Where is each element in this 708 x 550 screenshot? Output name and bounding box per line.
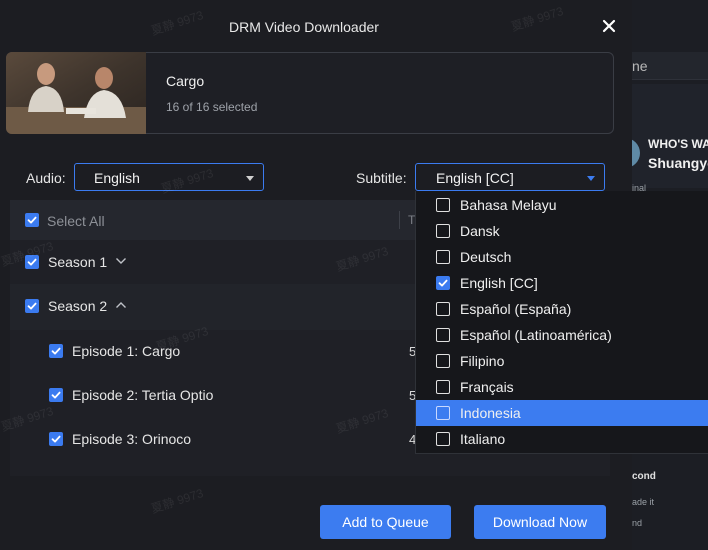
audio-label: Audio: xyxy=(26,170,66,186)
background-text: ade it xyxy=(632,497,655,507)
subtitle-option[interactable]: Indonesia xyxy=(416,400,708,426)
subtitle-option-checkbox[interactable] xyxy=(436,302,450,316)
subtitle-option[interactable]: Bahasa Melayu xyxy=(416,192,708,218)
subtitle-option[interactable]: Deutsch xyxy=(416,244,708,270)
column-divider xyxy=(399,211,400,229)
background-text: cond xyxy=(632,471,656,482)
subtitle-option-label: Español (España) xyxy=(460,301,572,317)
episode-label: Episode 3: Orinoco xyxy=(72,431,192,447)
chevron-up-icon[interactable] xyxy=(115,300,127,310)
background-heading: WHO'S WA xyxy=(648,137,708,151)
subtitle-option-checkbox[interactable] xyxy=(436,406,450,420)
episode-checkbox[interactable] xyxy=(49,344,63,358)
subtitle-option[interactable]: Español (Latinoamérica) xyxy=(416,322,708,348)
chevron-down-icon xyxy=(587,176,595,181)
select-all-checkbox[interactable] xyxy=(25,213,39,227)
episode-label: Episode 2: Tertia Optio xyxy=(72,387,214,403)
background-card xyxy=(632,84,708,188)
audio-select-value: English xyxy=(94,170,140,186)
dialog-title: DRM Video Downloader xyxy=(229,19,379,35)
season-label[interactable]: Season 2 xyxy=(48,298,107,314)
season-checkbox[interactable] xyxy=(25,299,39,313)
subtitle-option-label: Français xyxy=(460,379,514,395)
subtitle-option-checkbox[interactable] xyxy=(436,354,450,368)
episode-checkbox[interactable] xyxy=(49,388,63,402)
subtitle-option-label: Dansk xyxy=(460,223,500,239)
subtitle-label: Subtitle: xyxy=(356,170,407,186)
subtitle-option-label: Italiano xyxy=(460,431,506,447)
season-label[interactable]: Season 1 xyxy=(48,254,107,270)
video-title: Cargo xyxy=(166,73,205,89)
subtitle-dropdown-list: Bahasa Melayu Dansk Deutsch English [CC] Esp… xyxy=(415,191,708,454)
subtitle-option-label: Español (Latinoamérica) xyxy=(460,327,612,343)
subtitle-option-checkbox[interactable] xyxy=(436,224,450,238)
subtitle-select-value: English [CC] xyxy=(436,170,514,186)
download-now-button[interactable]: Download Now xyxy=(474,505,606,539)
episode-label: Episode 1: Cargo xyxy=(72,343,181,359)
subtitle-option-label: Indonesia xyxy=(460,405,521,421)
background-name: Shuangyo xyxy=(648,155,708,171)
subtitle-option-label: Bahasa Melayu xyxy=(460,197,557,213)
season-checkbox[interactable] xyxy=(25,255,39,269)
selected-count: 16 of 16 selected xyxy=(166,100,258,114)
subtitle-option-checkbox[interactable] xyxy=(436,380,450,394)
add-to-queue-button[interactable]: Add to Queue xyxy=(320,505,451,539)
episode-checkbox[interactable] xyxy=(49,432,63,446)
screen: ne WHO'S WA Shuangyo inal cond ade it nd… xyxy=(0,0,708,550)
subtitle-option-checkbox[interactable] xyxy=(436,328,450,342)
subtitle-option[interactable]: Español (España) xyxy=(416,296,708,322)
subtitle-option[interactable]: Français xyxy=(416,374,708,400)
subtitle-option-checkbox[interactable] xyxy=(436,432,450,446)
audio-select[interactable]: English xyxy=(74,163,264,191)
chevron-down-icon[interactable] xyxy=(115,256,127,266)
subtitle-option[interactable]: Dansk xyxy=(416,218,708,244)
subtitle-option[interactable]: Filipino xyxy=(416,348,708,374)
subtitle-option-label: Filipino xyxy=(460,353,505,369)
subtitle-option-checkbox[interactable] xyxy=(436,250,450,264)
background-text: nd xyxy=(632,518,643,528)
subtitle-select[interactable]: English [CC] xyxy=(415,163,605,191)
video-thumbnail xyxy=(6,52,146,134)
subtitle-option[interactable]: English [CC] xyxy=(416,270,708,296)
subtitle-option-label: English [CC] xyxy=(460,275,538,291)
subtitle-option-label: Deutsch xyxy=(460,249,512,265)
close-icon[interactable] xyxy=(600,17,618,35)
subtitle-option[interactable]: Italiano xyxy=(416,426,708,452)
background-search-text: ne xyxy=(632,58,648,74)
select-all-label: Select All xyxy=(47,213,105,229)
chevron-down-icon xyxy=(246,176,254,181)
subtitle-option-checkbox[interactable] xyxy=(436,276,450,290)
subtitle-option-checkbox[interactable] xyxy=(436,198,450,212)
